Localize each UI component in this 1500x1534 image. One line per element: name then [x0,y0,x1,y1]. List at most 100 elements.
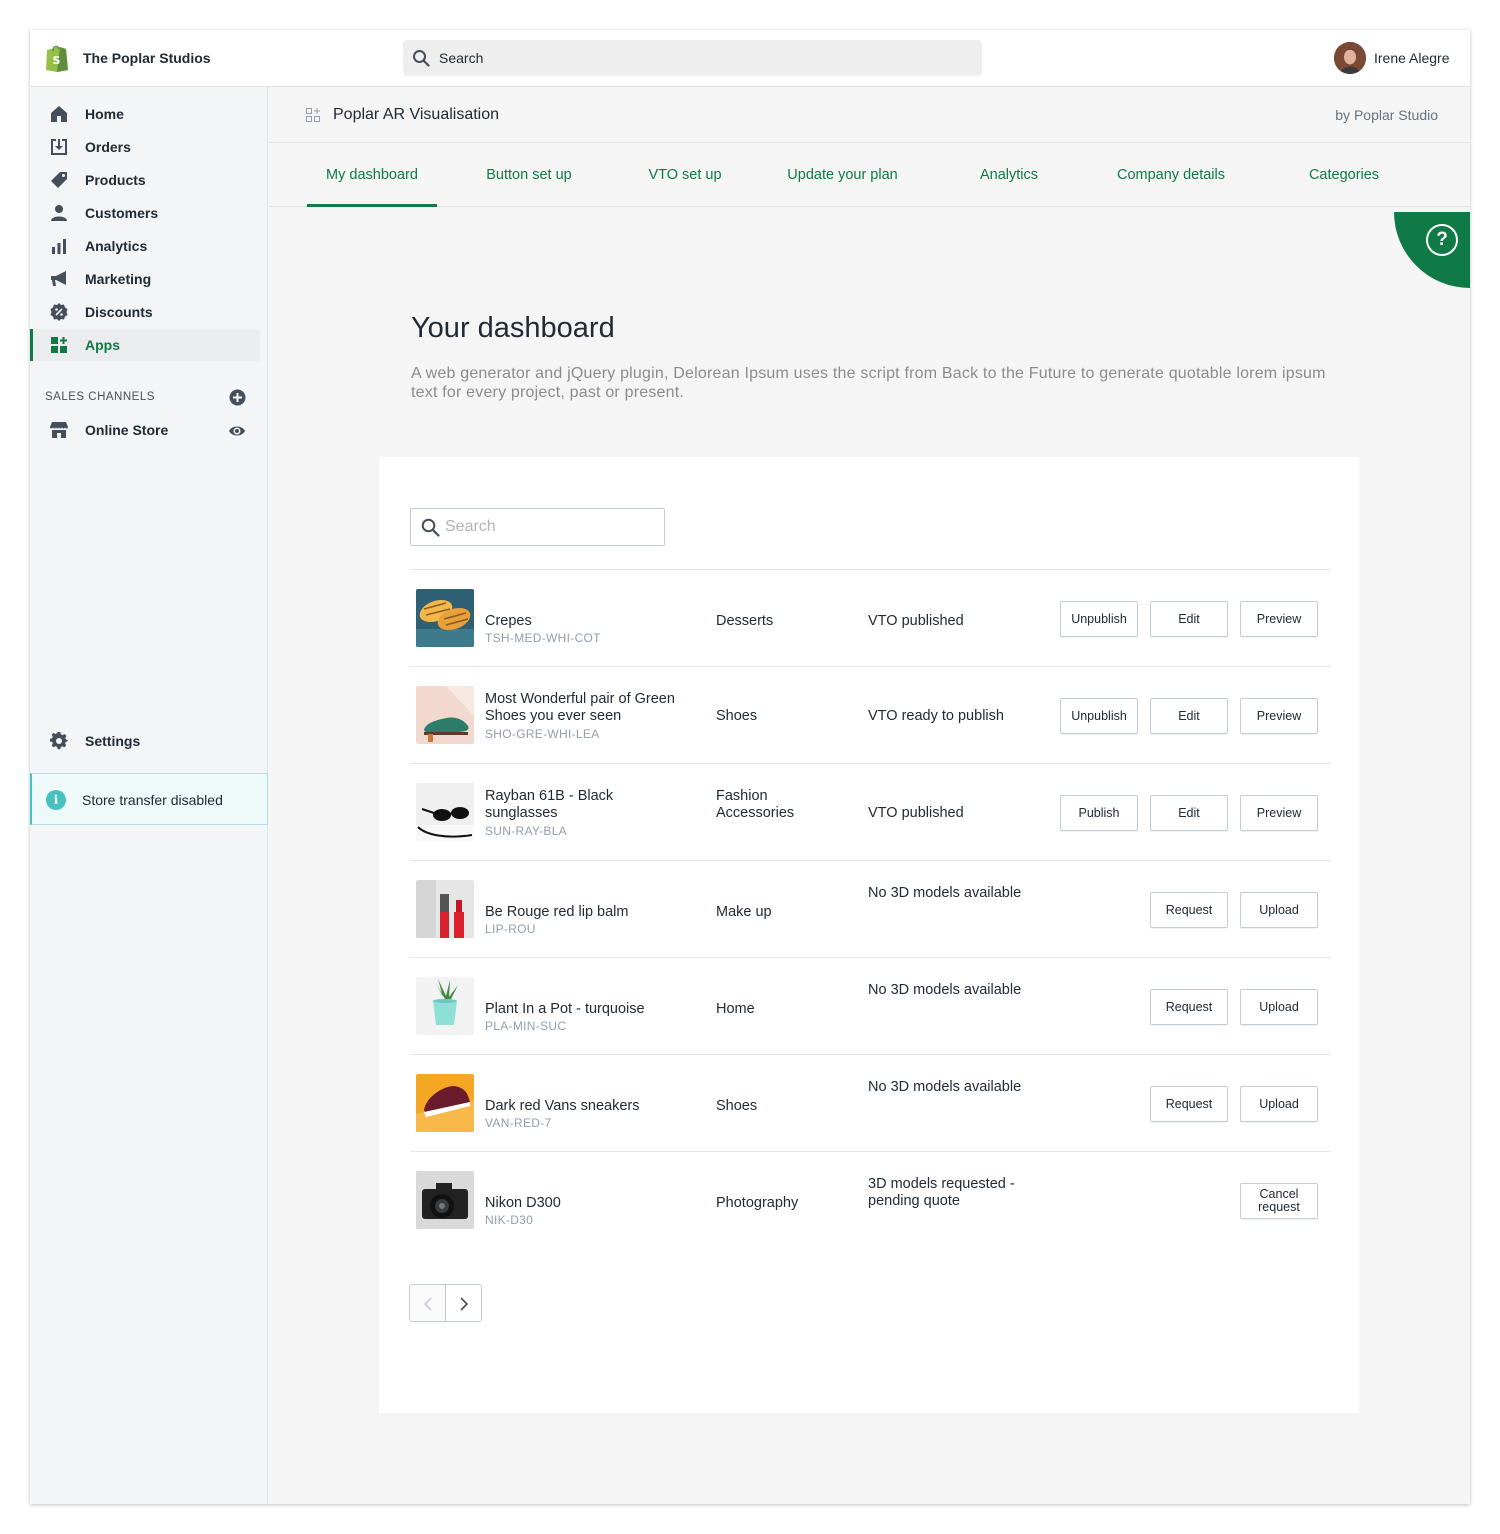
sidebar-item-label: Online Store [85,422,169,438]
tab-categories[interactable]: Categories [1289,143,1399,207]
person-icon [51,205,67,221]
gear-icon [50,732,68,750]
product-name[interactable]: Rayban 61B - Black sunglasses [485,788,685,822]
app-developer[interactable]: by Poplar Studio [1335,107,1438,123]
tab-button-set-up[interactable]: Button set up [469,143,589,207]
request-button[interactable]: Request [1150,892,1228,928]
sidebar-item-online-store[interactable]: Online Store [30,414,260,446]
sidebar-item-products[interactable]: Products [30,164,260,196]
unpublish-button[interactable]: Unpublish [1060,601,1138,637]
product-status: VTO ready to publish [868,708,1004,724]
apps-icon [51,337,67,353]
tab-vto-set-up[interactable]: VTO set up [635,143,735,207]
app-tabs: My dashboard Button set up VTO set up Up… [269,143,1470,207]
global-search-bar[interactable]: Search [403,40,982,76]
tab-company-details[interactable]: Company details [1096,143,1246,207]
product-thumbnail[interactable] [416,977,474,1035]
discount-icon [50,303,68,321]
product-sku: PLA-MIN-SUC [485,1019,567,1033]
shopify-logo-icon[interactable]: S [44,43,70,73]
help-button[interactable]: ? [1394,212,1470,288]
product-category: Shoes [716,708,758,724]
product-sku: SUN-RAY-BLA [485,824,567,838]
product-name[interactable]: Most Wonderful pair of Green Shoes you e… [485,691,685,725]
request-button[interactable]: Request [1150,989,1228,1025]
app-title: Poplar AR Visualisation [333,106,500,123]
product-thumbnail[interactable] [416,880,474,938]
sidebar-item-settings[interactable]: Settings [30,725,260,757]
cancel-request-button[interactable]: Cancel request [1240,1183,1318,1219]
edit-button[interactable]: Edit [1150,795,1228,831]
product-sku: NIK-D30 [485,1213,534,1227]
product-name[interactable]: Crepes [485,613,685,630]
product-name[interactable]: Nikon D300 [485,1195,685,1212]
product-list-card: Crepes TSH-MED-WHI-COT Desserts VTO publ… [379,457,1359,1413]
publish-button[interactable]: Publish [1060,795,1138,831]
edit-button[interactable]: Edit [1150,601,1228,637]
sidebar-item-label: Home [85,106,124,122]
product-name[interactable]: Be Rouge red lip balm [485,904,685,921]
info-icon: i [46,790,66,810]
table-row: Rayban 61B - Black sunglasses SUN-RAY-BL… [410,763,1331,860]
megaphone-icon [51,271,66,286]
tab-update-plan[interactable]: Update your plan [775,143,910,207]
sales-channels-heading: SALES CHANNELS [45,391,155,403]
sidebar-item-label: Analytics [85,238,148,254]
sidebar-item-customers[interactable]: Customers [30,197,260,229]
product-thumbnail[interactable] [416,1171,474,1229]
product-thumbnail[interactable] [416,783,474,841]
global-search-label: Search [439,50,484,66]
request-button[interactable]: Request [1150,1086,1228,1122]
svg-text:S: S [53,54,61,67]
sidebar-item-marketing[interactable]: Marketing [30,263,260,295]
unpublish-button[interactable]: Unpublish [1060,698,1138,734]
product-sku: VAN-RED-7 [485,1116,552,1130]
product-category: Shoes [716,1098,758,1114]
table-row: Plant In a Pot - turquoise PLA-MIN-SUC H… [410,957,1331,1054]
user-avatar[interactable] [1334,42,1366,74]
previous-page-button[interactable] [409,1284,446,1322]
next-page-button[interactable] [445,1284,482,1322]
sidebar-item-home[interactable]: Home [30,98,260,130]
sidebar: Home Orders Products Customers Analytics… [30,87,268,1504]
sidebar-item-label: Orders [85,139,131,155]
sidebar-item-orders[interactable]: Orders [30,131,260,163]
store-transfer-label: Store transfer disabled [82,792,223,808]
sidebar-item-discounts[interactable]: Discounts [30,296,260,328]
upload-button[interactable]: Upload [1240,892,1318,928]
product-status: VTO published [868,805,964,821]
product-thumbnail[interactable] [416,686,474,744]
user-name[interactable]: Irene Alegre [1374,50,1450,66]
product-search-input[interactable] [445,515,655,539]
store-icon [50,422,68,438]
add-channel-icon[interactable] [229,389,246,406]
preview-button[interactable]: Preview [1240,601,1318,637]
sidebar-item-apps[interactable]: Apps [30,329,260,361]
tab-analytics[interactable]: Analytics [959,143,1059,207]
app-icon [306,108,320,122]
product-category: Make up [716,904,772,920]
chevron-right-icon [460,1297,469,1311]
preview-button[interactable]: Preview [1240,698,1318,734]
product-category: Photography [716,1195,799,1211]
tab-my-dashboard[interactable]: My dashboard [307,143,437,207]
upload-button[interactable]: Upload [1240,1086,1318,1122]
sidebar-item-analytics[interactable]: Analytics [30,230,260,262]
product-name[interactable]: Dark red Vans sneakers [485,1098,685,1115]
sidebar-item-label: Apps [85,337,120,353]
page-title: Your dashboard [411,312,615,344]
eye-icon[interactable] [228,422,246,440]
search-icon [421,518,440,537]
product-thumbnail[interactable] [416,1074,474,1132]
app-header: Poplar AR Visualisation by Poplar Studio [269,87,1470,143]
store-name[interactable]: The Poplar Studios [83,50,211,66]
edit-button[interactable]: Edit [1150,698,1228,734]
top-bar: S The Poplar Studios Search Irene Alegre [30,30,1470,87]
product-search-field[interactable] [410,508,665,546]
product-thumbnail[interactable] [416,589,474,647]
app-window: S The Poplar Studios Search Irene Alegre… [30,30,1470,1504]
product-name[interactable]: Plant In a Pot - turquoise [485,1001,685,1018]
preview-button[interactable]: Preview [1240,795,1318,831]
upload-button[interactable]: Upload [1240,989,1318,1025]
table-row: Most Wonderful pair of Green Shoes you e… [410,666,1331,763]
